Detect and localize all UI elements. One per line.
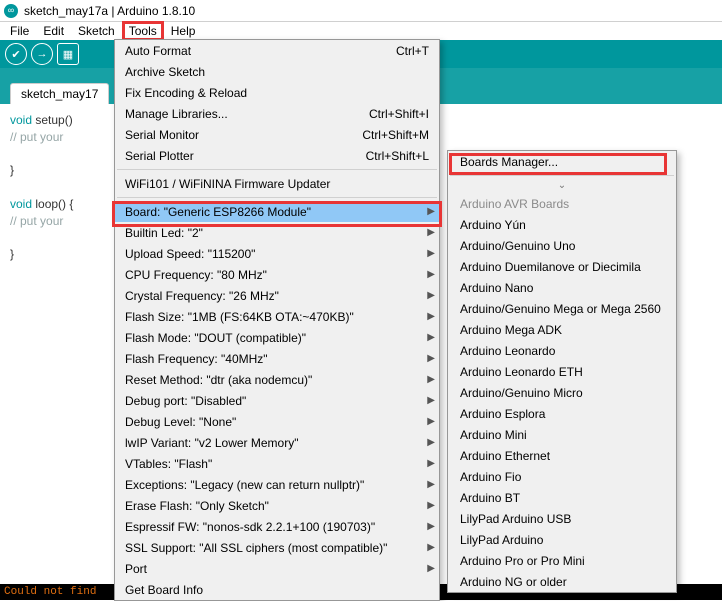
board-option[interactable]: Arduino BT — [448, 487, 676, 508]
verify-button[interactable]: ✔ — [5, 43, 27, 65]
new-button[interactable]: ▦ — [57, 43, 79, 65]
board-option[interactable]: Arduino Ethernet — [448, 445, 676, 466]
tools-item[interactable]: Debug Level: "None"▶ — [115, 411, 439, 432]
tools-item[interactable]: Espressif FW: "nonos-sdk 2.2.1+100 (1907… — [115, 516, 439, 537]
boards-section-header: Arduino AVR Boards — [448, 193, 676, 214]
boards-manager-item[interactable]: Boards Manager... — [448, 151, 676, 172]
tools-item[interactable]: Serial MonitorCtrl+Shift+M — [115, 124, 439, 145]
boards-submenu: Boards Manager...⌄Arduino AVR BoardsArdu… — [447, 150, 677, 593]
tools-item[interactable]: Port▶ — [115, 558, 439, 579]
tools-item[interactable]: Erase Flash: "Only Sketch"▶ — [115, 495, 439, 516]
tools-item[interactable]: Get Board Info — [115, 579, 439, 600]
board-option[interactable]: LilyPad Arduino — [448, 529, 676, 550]
window-title: sketch_may17a | Arduino 1.8.10 — [24, 4, 195, 18]
menu-tools[interactable]: Tools — [122, 21, 164, 41]
chevron-right-icon: ▶ — [427, 374, 435, 385]
tools-item[interactable]: WiFi101 / WiFiNINA Firmware Updater — [115, 173, 439, 194]
tools-item[interactable]: Debug port: "Disabled"▶ — [115, 390, 439, 411]
menu-sketch[interactable]: Sketch — [71, 23, 122, 39]
tools-item[interactable]: SSL Support: "All SSL ciphers (most comp… — [115, 537, 439, 558]
tools-item[interactable]: Auto FormatCtrl+T — [115, 40, 439, 61]
chevron-down-icon[interactable]: ⌄ — [448, 179, 676, 193]
tools-item[interactable]: lwIP Variant: "v2 Lower Memory"▶ — [115, 432, 439, 453]
code-kw: void — [10, 197, 32, 211]
board-option[interactable]: Arduino/Genuino Mega or Mega 2560 — [448, 298, 676, 319]
chevron-right-icon: ▶ — [427, 542, 435, 553]
tools-item[interactable]: Serial PlotterCtrl+Shift+L — [115, 145, 439, 166]
tools-item[interactable]: Reset Method: "dtr (aka nodemcu)"▶ — [115, 369, 439, 390]
board-option[interactable]: Arduino/Genuino Uno — [448, 235, 676, 256]
chevron-right-icon: ▶ — [427, 206, 435, 217]
tools-item[interactable]: Upload Speed: "115200"▶ — [115, 243, 439, 264]
board-option[interactable]: Arduino/Genuino Micro — [448, 382, 676, 403]
tools-item[interactable]: Manage Libraries...Ctrl+Shift+I — [115, 103, 439, 124]
board-option[interactable]: Arduino Fio — [448, 466, 676, 487]
chevron-right-icon: ▶ — [427, 290, 435, 301]
board-option[interactable]: Arduino Leonardo ETH — [448, 361, 676, 382]
tools-item[interactable]: Fix Encoding & Reload — [115, 82, 439, 103]
chevron-right-icon: ▶ — [427, 563, 435, 574]
chevron-right-icon: ▶ — [427, 395, 435, 406]
chevron-right-icon: ▶ — [427, 416, 435, 427]
code-kw: void — [10, 113, 32, 127]
menu-bar: FileEditSketchToolsHelp — [0, 22, 722, 40]
tools-menu: Auto FormatCtrl+TArchive SketchFix Encod… — [114, 39, 440, 601]
tools-item[interactable]: Builtin Led: "2"▶ — [115, 222, 439, 243]
chevron-right-icon: ▶ — [427, 521, 435, 532]
upload-button[interactable]: → — [31, 43, 53, 65]
tools-item[interactable]: Exceptions: "Legacy (new can return null… — [115, 474, 439, 495]
menu-edit[interactable]: Edit — [36, 23, 71, 39]
tools-item[interactable]: Archive Sketch — [115, 61, 439, 82]
board-option[interactable]: Arduino Duemilanove or Diecimila — [448, 256, 676, 277]
tools-item[interactable]: Crystal Frequency: "26 MHz"▶ — [115, 285, 439, 306]
chevron-right-icon: ▶ — [427, 269, 435, 280]
board-option[interactable]: Arduino Leonardo — [448, 340, 676, 361]
sketch-tab[interactable]: sketch_may17 — [10, 83, 109, 104]
title-bar: sketch_may17a | Arduino 1.8.10 — [0, 0, 722, 22]
chevron-right-icon: ▶ — [427, 479, 435, 490]
chevron-right-icon: ▶ — [427, 227, 435, 238]
arduino-icon — [4, 4, 18, 18]
code-text: setup() — [32, 113, 73, 127]
board-option[interactable]: Arduino Nano — [448, 277, 676, 298]
code-comment: // put your — [10, 130, 63, 144]
board-option[interactable]: Arduino Mega ADK — [448, 319, 676, 340]
chevron-right-icon: ▶ — [427, 500, 435, 511]
tools-item[interactable]: Flash Size: "1MB (FS:64KB OTA:~470KB)"▶ — [115, 306, 439, 327]
board-option[interactable]: Arduino Esplora — [448, 403, 676, 424]
tools-item[interactable]: CPU Frequency: "80 MHz"▶ — [115, 264, 439, 285]
tools-item[interactable]: VTables: "Flash"▶ — [115, 453, 439, 474]
menu-file[interactable]: File — [3, 23, 36, 39]
tools-item[interactable]: Board: "Generic ESP8266 Module"▶ — [115, 201, 439, 222]
board-option[interactable]: LilyPad Arduino USB — [448, 508, 676, 529]
code-comment: // put your — [10, 214, 63, 228]
tools-item[interactable]: Flash Frequency: "40MHz"▶ — [115, 348, 439, 369]
chevron-right-icon: ▶ — [427, 332, 435, 343]
chevron-right-icon: ▶ — [427, 248, 435, 259]
code-text: loop() { — [32, 197, 73, 211]
chevron-right-icon: ▶ — [427, 458, 435, 469]
tools-item[interactable]: Flash Mode: "DOUT (compatible)"▶ — [115, 327, 439, 348]
board-option[interactable]: Arduino NG or older — [448, 571, 676, 592]
board-option[interactable]: Arduino Yún — [448, 214, 676, 235]
board-option[interactable]: Arduino Pro or Pro Mini — [448, 550, 676, 571]
chevron-right-icon: ▶ — [427, 353, 435, 364]
chevron-right-icon: ▶ — [427, 437, 435, 448]
menu-help[interactable]: Help — [164, 23, 203, 39]
board-option[interactable]: Arduino Mini — [448, 424, 676, 445]
chevron-right-icon: ▶ — [427, 311, 435, 322]
